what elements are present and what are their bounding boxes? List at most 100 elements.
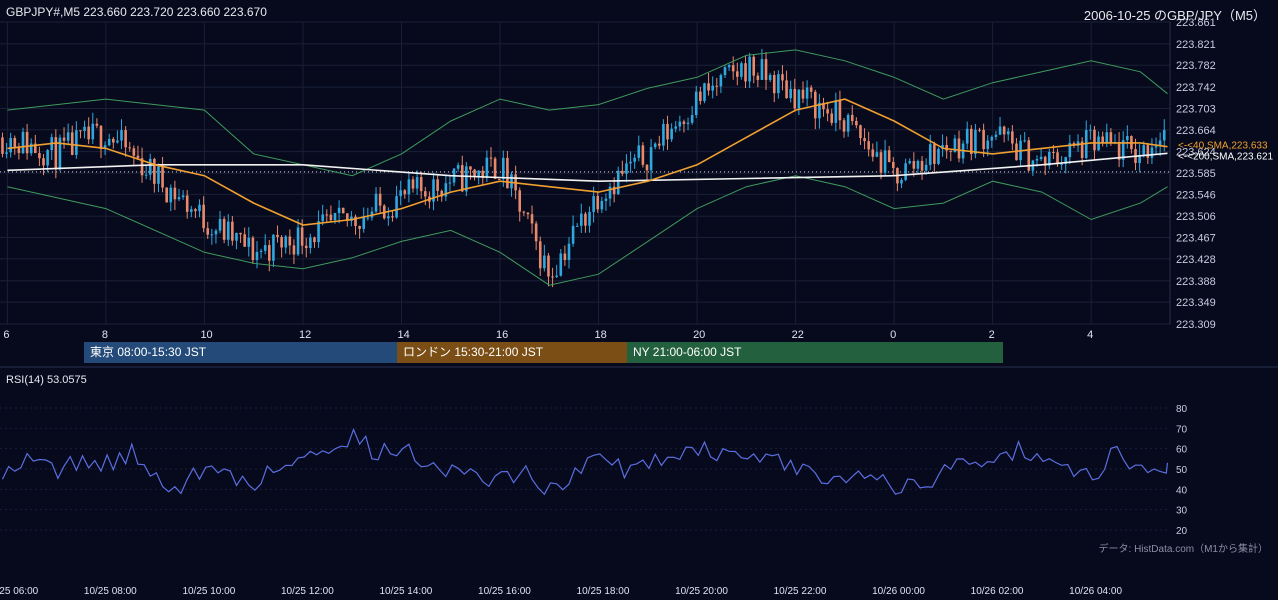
candle-body (300, 227, 304, 246)
candle-body (933, 144, 936, 164)
candle-body (362, 217, 366, 229)
ohlc-readout: GBPJPY#,M5 223.660 223.720 223.660 223.6… (6, 5, 267, 19)
price-y-tick-label: 223.388 (1176, 276, 1216, 288)
candle-body (70, 132, 74, 155)
candle-body (120, 130, 123, 141)
candle-body (904, 163, 907, 180)
candle-body (387, 216, 390, 219)
candle-body (551, 276, 554, 278)
candle-body (1109, 132, 1113, 144)
candle-body (415, 177, 419, 189)
candle-body (284, 236, 288, 248)
price-y-tick-label: 223.506 (1176, 211, 1216, 223)
candle-body (797, 89, 801, 109)
candle-body (190, 209, 193, 212)
candle-body (912, 161, 916, 169)
sma40-line (7, 98, 1168, 226)
candle-body (653, 143, 657, 148)
candle-body (165, 187, 168, 203)
candle-body (1011, 131, 1014, 144)
candle-body (161, 166, 164, 188)
candle-body (66, 132, 70, 141)
price-x-tick-label: 16 (496, 329, 508, 341)
price-y-tick-label: 223.703 (1176, 103, 1216, 115)
candle-body (990, 137, 994, 141)
candle-body (666, 123, 669, 140)
candle-body (928, 144, 932, 165)
candle-body (699, 91, 702, 102)
session-london: ロンドン 15:30-21:00 JST (397, 342, 627, 363)
price-x-tick-label: 0 (890, 329, 896, 341)
candle-body (974, 129, 977, 155)
price-x-tick-label: 10 (200, 329, 212, 341)
candle-body (748, 56, 751, 82)
price-y-tick-label: 223.585 (1176, 168, 1216, 180)
time-axis-label: 10/25 16:00 (478, 586, 531, 597)
candle-body (296, 227, 300, 255)
price-y-tick-label: 223.664 (1176, 125, 1216, 137)
candle-body (863, 138, 866, 142)
candle-body (226, 221, 230, 240)
candle-body (559, 253, 563, 276)
price-y-tick-label: 223.782 (1176, 60, 1216, 72)
candle-body (378, 193, 382, 206)
candle-body (5, 152, 8, 154)
candle-body (596, 196, 600, 210)
candle-body (859, 125, 862, 139)
candle-body (91, 123, 95, 140)
candle-body (42, 158, 45, 166)
candle-body (855, 121, 858, 126)
candle-body (580, 213, 583, 226)
candle-body (239, 232, 242, 235)
candle-body (493, 158, 497, 179)
sma200-line (7, 152, 1168, 183)
candle-body (994, 134, 998, 138)
candle-body (970, 128, 973, 155)
candle-body (341, 207, 345, 214)
candle-body (731, 65, 735, 72)
candle-body (79, 130, 82, 132)
candle-body (998, 126, 1002, 135)
candle-body (292, 245, 296, 255)
candle-body (604, 198, 608, 201)
candle-body (538, 241, 542, 269)
candle-body (333, 212, 337, 221)
time-axis-label: 10/25 20:00 (675, 586, 728, 597)
candle-body (148, 158, 152, 175)
candle-body (674, 126, 678, 129)
bollinger-lower-line (7, 175, 1168, 286)
candle-body (317, 221, 320, 243)
price-x-tick-label: 20 (693, 329, 705, 341)
candle-body (502, 157, 505, 180)
candle-body (727, 65, 731, 68)
candle-body (1093, 129, 1096, 151)
rsi-line (1, 427, 1169, 496)
candle-body (571, 225, 575, 244)
candle-body (785, 80, 788, 99)
rsi-y-tick-label: 30 (1176, 506, 1188, 517)
price-y-tick-label: 223.309 (1176, 319, 1216, 331)
price-x-tick-label: 4 (1087, 329, 1093, 341)
candle-body (13, 137, 17, 148)
candle-body (469, 166, 472, 170)
candle-body (1056, 152, 1059, 165)
candle-body (460, 165, 464, 192)
candle-body (530, 214, 534, 224)
candle-body (879, 152, 883, 173)
candle-body (185, 195, 189, 212)
time-axis-label: 10/25 06:00 (0, 586, 39, 597)
candle-body (194, 209, 197, 212)
candle-body (736, 71, 739, 77)
candle-body (255, 252, 259, 261)
candle-body (543, 255, 546, 269)
candle-body (95, 123, 99, 126)
candle-body (707, 83, 710, 91)
candle-body (826, 109, 829, 114)
candle-body (489, 157, 493, 159)
candle-body (522, 211, 526, 213)
candle-body (276, 234, 279, 238)
candle-body (629, 161, 632, 164)
candle-body (206, 228, 210, 235)
candle-body (456, 165, 460, 169)
chart-canvas: 223.861223.821223.782223.742223.703223.6… (0, 17, 1278, 597)
